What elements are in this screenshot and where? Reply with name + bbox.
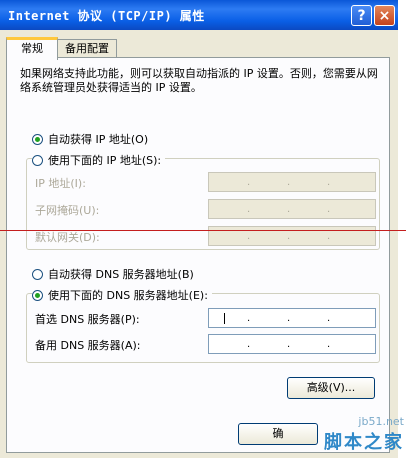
auto-dns-radio[interactable] <box>32 268 43 280</box>
ip-address-label: IP 地址(I): <box>35 177 86 190</box>
auto-dns-label: 自动获得 DNS 服务器地址(B) <box>48 268 194 281</box>
manual-dns-radio-row[interactable]: 使用下面的 DNS 服务器地址(E): <box>32 287 212 303</box>
ok-button[interactable]: 确 <box>238 423 318 445</box>
alternate-dns-input[interactable]: ... <box>208 334 376 354</box>
auto-dns-radio-row[interactable]: 自动获得 DNS 服务器地址(B) <box>32 266 194 282</box>
default-gateway-input[interactable]: ... <box>208 226 376 246</box>
alternate-dns-label: 备用 DNS 服务器(A): <box>35 339 141 352</box>
default-gateway-label: 默认网关(D): <box>35 231 100 244</box>
auto-ip-radio-row[interactable]: 自动获得 IP 地址(O) <box>32 131 148 147</box>
text-caret <box>224 313 225 324</box>
manual-dns-radio[interactable] <box>32 289 43 301</box>
tab-alternate-label: 备用配置 <box>65 42 109 55</box>
subnet-mask-input[interactable]: ... <box>208 199 376 219</box>
window-title: Internet 协议 (TCP/IP) 属性 <box>8 9 205 23</box>
auto-ip-radio[interactable] <box>32 133 43 145</box>
title-bar[interactable]: Internet 协议 (TCP/IP) 属性 ? × <box>0 0 398 30</box>
advanced-button[interactable]: 高级(V)... <box>287 377 375 399</box>
tab-alternate-configuration[interactable]: 备用配置 <box>57 39 117 58</box>
auto-ip-label: 自动获得 IP 地址(O) <box>48 133 149 146</box>
ip-address-input[interactable]: ... <box>208 172 376 192</box>
description-text: 如果网络支持此功能，则可以获取自动指派的 IP 设置。否则，您需要从网络系统管理… <box>20 67 378 94</box>
manual-ip-radio[interactable] <box>32 154 43 166</box>
tab-general[interactable]: 常规 <box>6 37 58 60</box>
tcpip-properties-dialog: Internet 协议 (TCP/IP) 属性 ? × 常规 备用配置 如果网络… <box>0 0 398 458</box>
red-guide-line <box>0 230 406 231</box>
manual-ip-radio-row[interactable]: 使用下面的 IP 地址(S): <box>32 152 166 168</box>
preferred-dns-label: 首选 DNS 服务器(P): <box>35 313 140 326</box>
subnet-mask-label: 子网掩码(U): <box>35 204 100 217</box>
close-button[interactable]: × <box>374 5 395 26</box>
manual-dns-label: 使用下面的 DNS 服务器地址(E): <box>48 289 208 302</box>
watermark: jb51.net 脚本之家 <box>324 415 404 454</box>
watermark-name: 脚本之家 <box>324 432 404 453</box>
help-button[interactable]: ? <box>351 5 372 26</box>
preferred-dns-input[interactable]: ... <box>208 308 376 328</box>
watermark-url: jb51.net <box>358 415 404 428</box>
tab-general-label: 常规 <box>21 42 43 55</box>
right-edge-background <box>398 0 406 458</box>
manual-ip-label: 使用下面的 IP 地址(S): <box>48 154 162 167</box>
